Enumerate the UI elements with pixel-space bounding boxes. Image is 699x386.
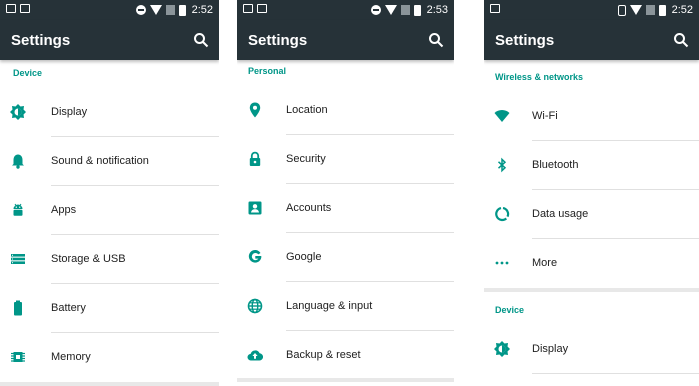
cloud-upload-icon [247, 350, 263, 361]
bluetooth-icon [497, 157, 507, 173]
settings-item-memory[interactable]: Memory [0, 333, 219, 382]
settings-item-accounts[interactable]: Accounts [237, 184, 454, 233]
data-usage-icon [495, 207, 510, 222]
android-icon [13, 203, 23, 216]
settings-item-backup-reset[interactable]: Backup & reset [237, 331, 454, 380]
section-header-wireless-networks: Wireless & networks [495, 72, 583, 82]
settings-item-sound-notification[interactable]: Sound & notification [0, 137, 219, 186]
divider [532, 373, 699, 374]
settings-item-security[interactable]: Security [237, 135, 454, 184]
wifi-icon [494, 110, 510, 122]
item-label: Storage & USB [51, 253, 126, 265]
do-not-disturb-icon [370, 5, 381, 15]
item-label: Memory [51, 351, 91, 363]
settings-item-more[interactable]: More [484, 239, 699, 288]
settings-item-battery[interactable]: Battery [0, 284, 219, 333]
app-bar: Settings [484, 20, 699, 60]
globe-icon [247, 298, 263, 314]
section-header-device: Device [495, 305, 525, 315]
status-bar: 2:53 [237, 0, 454, 20]
battery-status-icon [413, 4, 421, 16]
item-label: Backup & reset [286, 349, 361, 361]
status-bar: 2:52 [0, 0, 219, 20]
settings-panel-wireless: 2:52 Settings Wireless & networks Wi-Fi … [484, 0, 699, 386]
gmail-notification-icon [490, 4, 500, 13]
lock-icon [249, 151, 261, 166]
settings-item-language-input[interactable]: Language & input [237, 282, 454, 331]
account-box-icon [248, 201, 262, 215]
storage-icon [11, 254, 25, 264]
section-header-personal: Personal [248, 66, 287, 76]
image-notification-icon [20, 4, 30, 13]
search-icon[interactable] [193, 32, 209, 48]
settings-item-wifi[interactable]: Wi-Fi [484, 92, 699, 141]
search-icon[interactable] [673, 32, 689, 48]
settings-item-bluetooth[interactable]: Bluetooth [484, 141, 699, 190]
settings-item-apps[interactable]: Apps [0, 186, 219, 235]
status-time: 2:53 [426, 4, 448, 16]
vibrate-icon [617, 4, 626, 16]
item-label: Security [286, 153, 326, 165]
wifi-signal-icon [384, 5, 397, 15]
no-signal-icon [165, 5, 175, 15]
location-pin-icon [249, 102, 261, 118]
item-label: Sound & notification [51, 155, 149, 167]
item-label: Accounts [286, 202, 332, 214]
item-label: Location [286, 104, 328, 116]
app-bar: Settings [237, 20, 454, 60]
status-bar: 2:52 [484, 0, 699, 20]
item-label: Apps [51, 204, 77, 216]
no-signal-icon [400, 5, 410, 15]
search-icon[interactable] [428, 32, 444, 48]
item-label: Language & input [286, 300, 373, 312]
battery-status-icon [178, 4, 186, 16]
settings-item-data-usage[interactable]: Data usage [484, 190, 699, 239]
item-label: Data usage [532, 208, 589, 220]
google-icon [248, 250, 262, 263]
list-bottom-edge [237, 378, 454, 382]
page-title: Settings [248, 32, 308, 49]
more-horiz-icon [495, 261, 509, 265]
item-label: Bluetooth [532, 159, 579, 171]
image-notification-icon [257, 4, 267, 13]
settings-panel-personal: 2:53 Settings Personal Location Security… [237, 0, 454, 386]
wifi-signal-icon [629, 5, 642, 15]
brightness-icon [10, 104, 26, 120]
item-label: Google [286, 251, 322, 263]
section-header-device: Device [13, 68, 43, 78]
section-divider [484, 288, 699, 292]
do-not-disturb-icon [135, 5, 146, 15]
settings-item-display[interactable]: Display [484, 325, 699, 374]
settings-item-location[interactable]: Location [237, 86, 454, 135]
item-label: Battery [51, 302, 86, 314]
gmail-notification-icon [6, 4, 16, 13]
wifi-signal-icon [149, 5, 162, 15]
bell-icon [12, 154, 24, 169]
brightness-icon [494, 341, 510, 357]
item-label: More [532, 257, 558, 269]
status-time: 2:52 [191, 4, 213, 16]
battery-icon [14, 300, 22, 316]
battery-status-icon [658, 4, 666, 16]
item-label: Wi-Fi [532, 110, 558, 122]
status-time: 2:52 [671, 4, 693, 16]
app-bar: Settings [0, 20, 219, 60]
list-bottom-edge [0, 382, 219, 386]
settings-item-display[interactable]: Display [0, 88, 219, 137]
page-title: Settings [495, 32, 555, 49]
settings-panel-device: 2:52 Settings Device Display Sound & not… [0, 0, 219, 386]
gmail-notification-icon [243, 4, 253, 13]
settings-item-google[interactable]: Google [237, 233, 454, 282]
item-label: Display [532, 343, 569, 355]
no-signal-icon [645, 5, 655, 15]
page-title: Settings [11, 32, 71, 49]
memory-icon [11, 352, 25, 362]
settings-item-storage-usb[interactable]: Storage & USB [0, 235, 219, 284]
item-label: Display [51, 106, 88, 118]
